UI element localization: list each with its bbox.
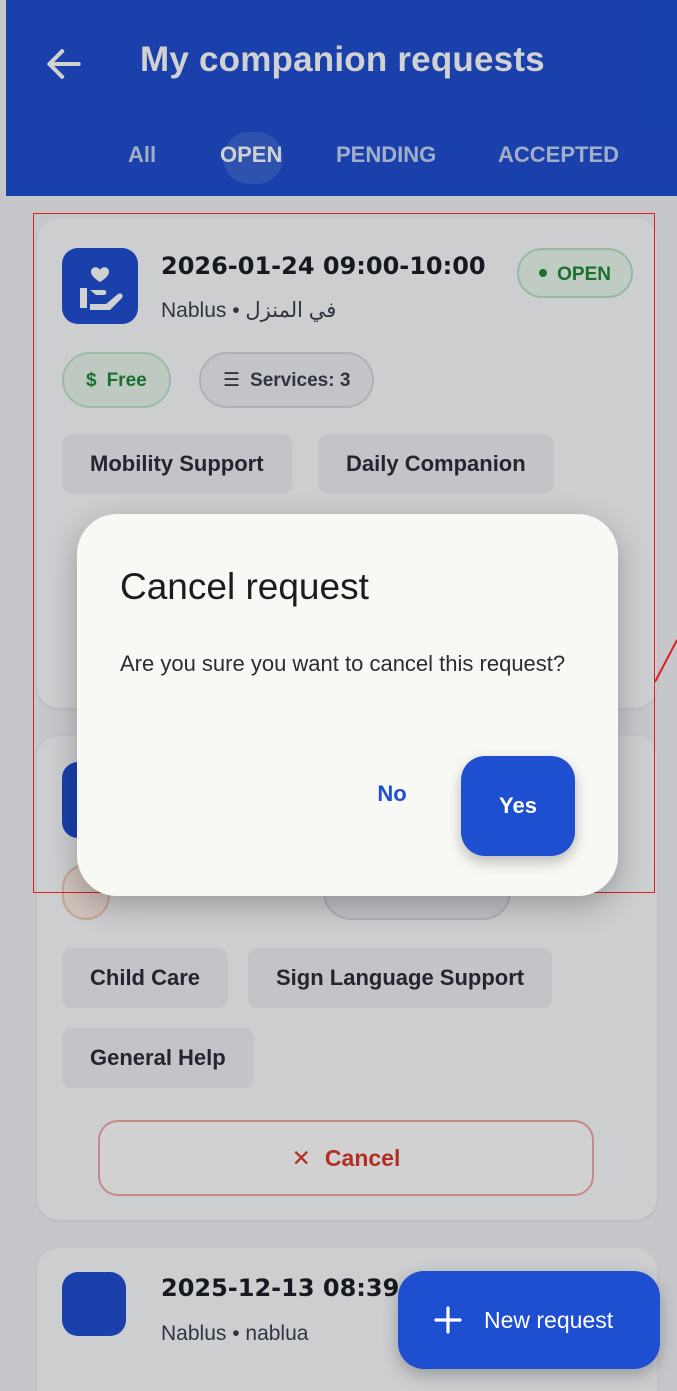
cancel-dialog: Cancel request Are you sure you want to …	[77, 514, 618, 896]
yes-button[interactable]: Yes	[461, 756, 575, 856]
new-request-label: New request	[484, 1307, 614, 1333]
no-button[interactable]: No	[352, 764, 432, 824]
dialog-message: Are you sure you want to cancel this req…	[120, 651, 566, 676]
new-request-button[interactable]: New request	[398, 1271, 660, 1369]
plus-icon	[434, 1306, 462, 1334]
dialog-title: Cancel request	[120, 566, 369, 607]
